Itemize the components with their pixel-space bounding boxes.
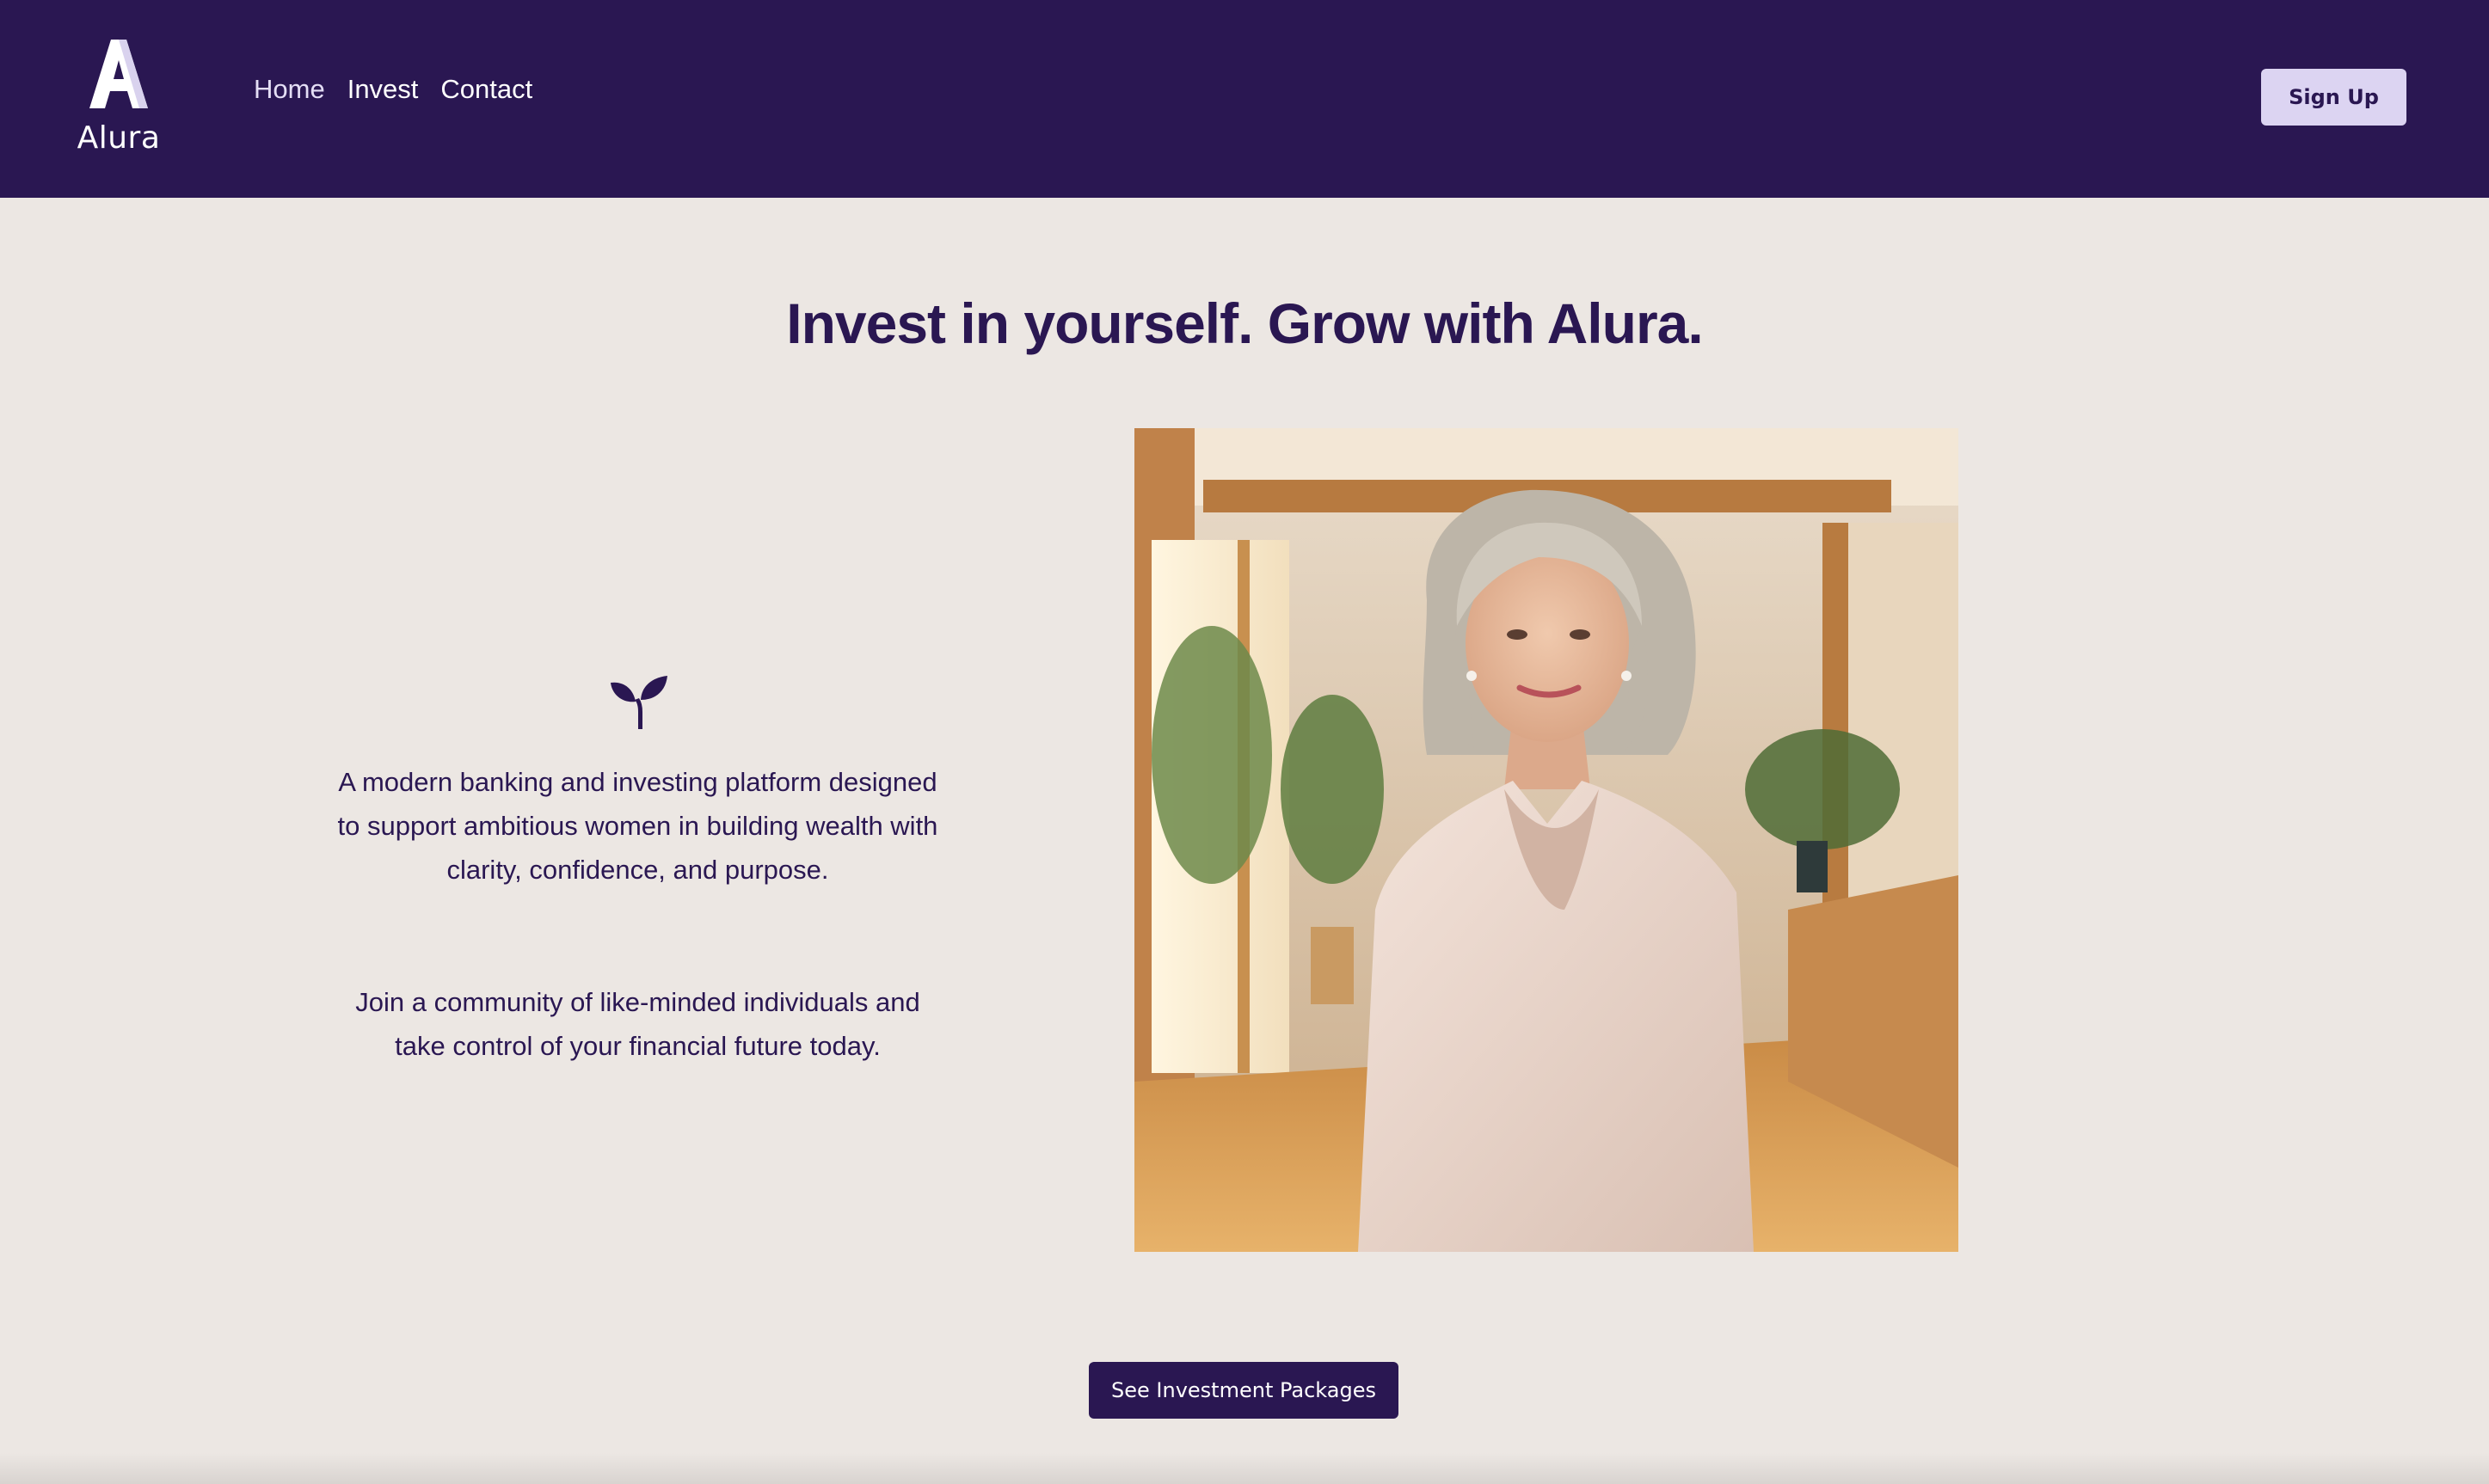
alura-a-logo-icon [89,40,148,108]
sprout-icon [611,676,667,729]
hero-community-text: Join a community of like-minded individu… [355,987,920,1061]
page-bottom-edge [0,1453,2489,1484]
brand-name: Alura [77,120,161,156]
nav-contact-link[interactable]: Contact [440,74,532,105]
smiling-woman-portrait [1134,428,1958,1252]
brand-logo[interactable]: Alura [76,38,162,158]
nav-home-link[interactable]: Home [254,74,325,105]
hero-description: A modern banking and investing platform … [337,767,938,885]
see-investment-packages-button[interactable]: See Investment Packages [1089,1362,1398,1419]
nav-invest-link[interactable]: Invest [347,74,419,105]
hero-headline: Invest in yourself. Grow with Alura. [786,291,1703,355]
sign-up-button[interactable]: Sign Up [2261,69,2406,126]
main-nav: Home Invest Contact [254,74,532,105]
top-navbar: Alura Home Invest Contact Sign Up [0,0,2489,198]
